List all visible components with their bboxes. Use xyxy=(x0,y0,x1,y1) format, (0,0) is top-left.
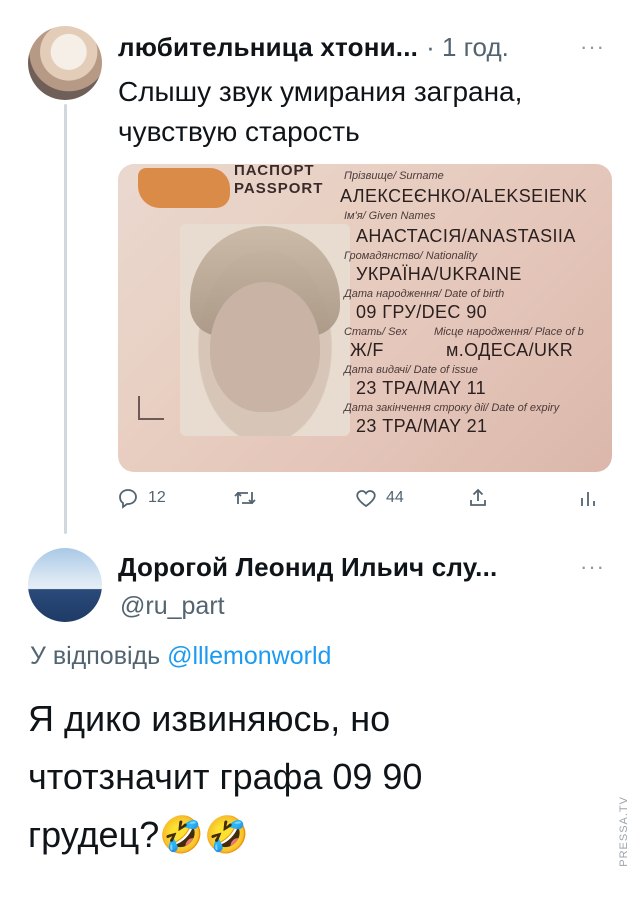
like-button[interactable]: 44 xyxy=(354,486,404,510)
expiry-date-value: 23 ТРА/MAY 21 xyxy=(356,416,488,436)
surname-label: Прізвище/ Surname xyxy=(344,170,444,182)
sex-value: Ж/F xyxy=(350,340,384,360)
tweet-text-line: Слышу звук умирания заграна, xyxy=(118,76,523,107)
retweet-button[interactable] xyxy=(232,486,266,510)
avatar[interactable] xyxy=(28,26,102,100)
sex-label: Стать/ Sex xyxy=(344,326,408,338)
author-name[interactable]: Дорогой Леонид Ильич слу... xyxy=(118,552,497,582)
tweet-image[interactable]: ПАСПОРТ PASSPORT Прізвище/ Surname АЛЕКС… xyxy=(118,164,612,472)
dob-value: 09 ГРУ/DEC 90 xyxy=(356,302,488,322)
share-button[interactable] xyxy=(466,486,490,510)
passport-header-en: PASSPORT xyxy=(234,180,324,197)
tweet-timestamp[interactable]: · 1 год. xyxy=(426,32,509,63)
nationality-label: Громадянство/ Nationality xyxy=(344,250,478,262)
tweet-text: Слышу звук умирания заграна, чувствую ст… xyxy=(118,72,522,152)
analytics-icon xyxy=(581,492,595,506)
passport-header-ua: ПАСПОРТ xyxy=(234,164,315,179)
author-handle[interactable]: @ru_part xyxy=(120,592,225,621)
tweet-text-line: грудец?🤣🤣 xyxy=(28,814,249,855)
author-name[interactable]: любительница хтони... xyxy=(118,32,418,63)
reply-count: 12 xyxy=(148,489,166,506)
replying-to-label: У відповідь xyxy=(30,642,161,670)
tweet-text-line: чувствую старость xyxy=(118,116,360,147)
passport-photo-face xyxy=(210,282,320,412)
photo-corner-mark xyxy=(138,396,140,420)
dob-label: Дата народження/ Date of birth xyxy=(344,288,505,300)
share-icon xyxy=(470,488,486,506)
given-names-value: АНАСТАСІЯ/ANASTASIIA xyxy=(356,226,576,246)
photo-corner-mark xyxy=(138,418,164,420)
tweet-text: Я дико извиняюсь, но чтотзначит графа 09… xyxy=(28,690,422,864)
surname-value: АЛЕКСЕЄНКО/ALEKSEIENK xyxy=(340,186,588,206)
tweet-text-line: Я дико извиняюсь, но xyxy=(28,698,391,739)
place-of-birth-label: Місце народження/ Place of b xyxy=(434,326,584,338)
watermark: PRESSA.TV xyxy=(618,796,630,867)
reply-icon xyxy=(119,489,137,509)
thread-connector xyxy=(64,104,67,534)
issue-date-value: 23 ТРА/MAY 11 xyxy=(356,378,487,398)
issue-date-label: Дата видачі/ Date of issue xyxy=(344,364,478,376)
analytics-button[interactable] xyxy=(578,486,598,510)
tweet-header: любительница хтони... · 1 год. xyxy=(118,32,509,63)
like-count: 44 xyxy=(386,489,404,506)
ukraine-map-emblem xyxy=(138,168,230,208)
more-icon[interactable]: ··· xyxy=(580,34,605,60)
more-icon[interactable]: ··· xyxy=(580,554,605,580)
tweet-header: Дорогой Леонид Ильич слу... xyxy=(118,552,497,583)
replying-to: У відповідь @lllemonworld xyxy=(30,642,331,671)
heart-icon xyxy=(356,490,376,508)
place-of-birth-value: м.ОДЕСА/UKR xyxy=(446,340,574,360)
avatar[interactable] xyxy=(28,548,102,622)
tweet-text-line: чтотзначит графа 09 90 xyxy=(28,756,423,797)
replying-to-link[interactable]: @lllemonworld xyxy=(167,642,331,670)
given-names-label: Ім'я/ Given Names xyxy=(344,210,436,222)
expiry-date-label: Дата закінчення строку дії/ Date of expi… xyxy=(344,402,560,414)
reply-button[interactable]: 12 xyxy=(116,486,166,510)
nationality-value: УКРАЇНА/UKRAINE xyxy=(356,264,522,284)
retweet-icon xyxy=(234,491,256,505)
